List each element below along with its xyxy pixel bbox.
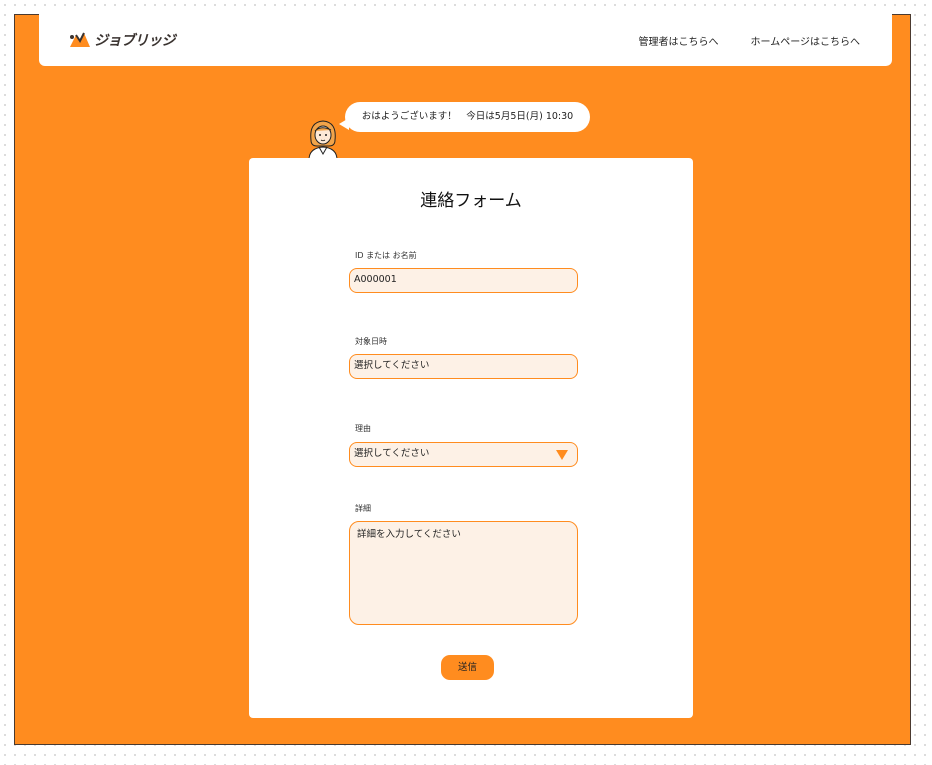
user-avatar-icon [303,116,343,161]
greeting-bubble: おはようございます！ 今日は5月5日(月) 10:30 [345,102,590,132]
submit-button[interactable]: 送信 [441,655,494,680]
id-input[interactable]: A000001 [349,268,578,293]
detail-textarea[interactable]: 詳細を入力してください [349,521,578,625]
date-picker[interactable]: 選択してください [349,354,578,379]
header-bar: ジョブリッジ 管理者はこちらへ ホームページはこちらへ [39,14,892,66]
form-title: 連絡フォーム [420,191,522,211]
detail-label: 詳細 [355,504,371,513]
nav-link-homepage[interactable]: ホームページはこちらへ [751,33,861,48]
logo[interactable]: ジョブリッジ [68,30,176,50]
chevron-down-icon [556,450,568,460]
reason-label: 理由 [355,424,371,433]
reason-select[interactable]: 選択してください [349,442,578,467]
contact-form-card: 連絡フォーム ID または お名前 A000001 対象日時 選択してください … [249,158,693,718]
id-label: ID または お名前 [355,251,417,260]
date-label: 対象日時 [355,337,387,346]
header-nav: 管理者はこちらへ ホームページはこちらへ [639,33,861,48]
nav-link-admin[interactable]: 管理者はこちらへ [639,33,719,48]
reason-select-value: 選択してください [354,448,430,459]
logo-text: ジョブリッジ [94,33,176,49]
logo-icon [68,31,92,49]
